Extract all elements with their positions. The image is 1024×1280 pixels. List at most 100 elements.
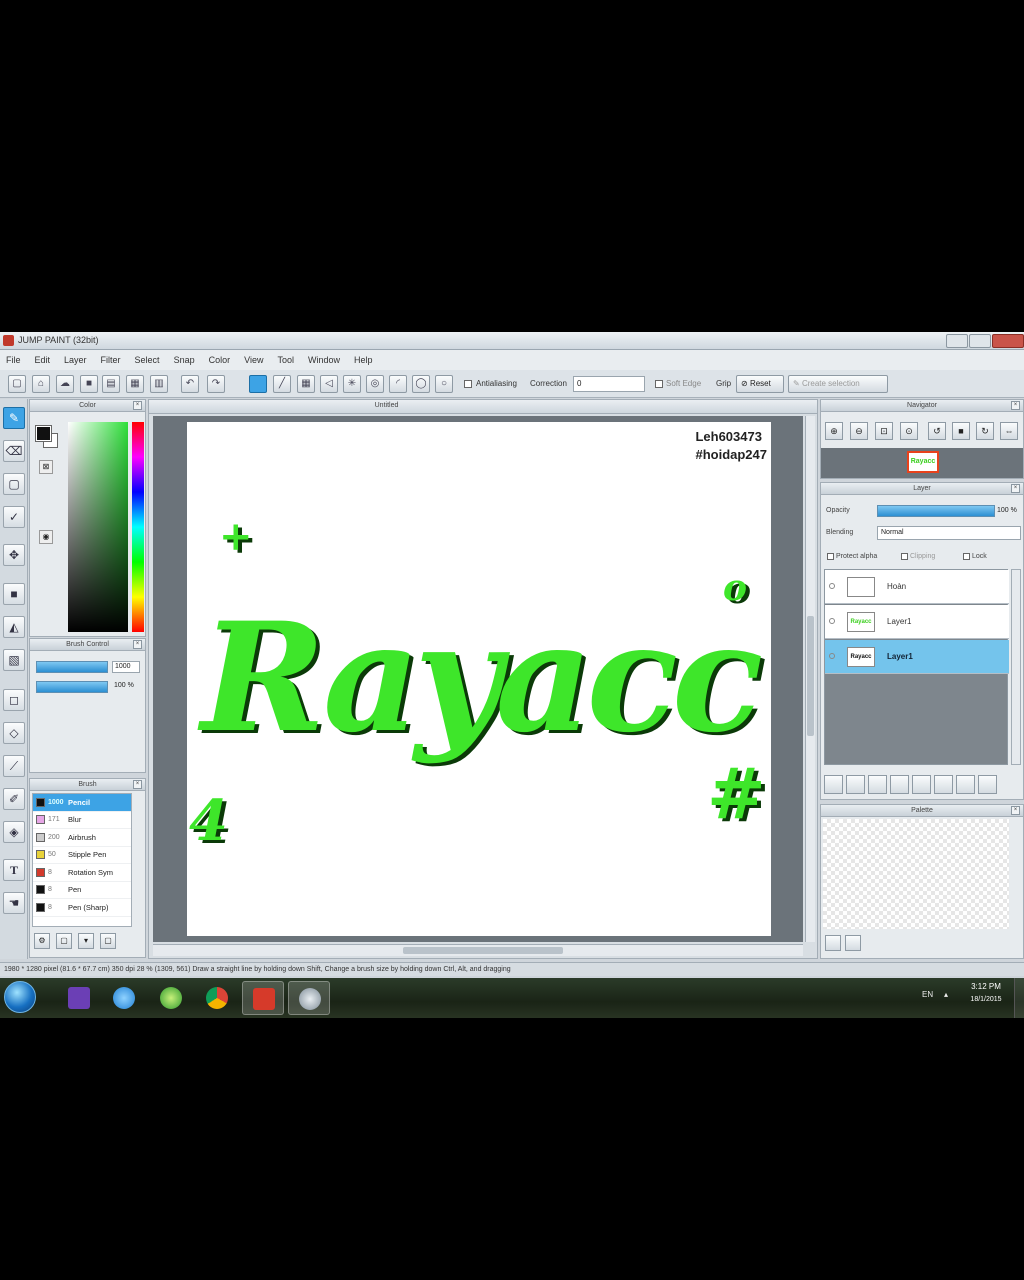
brush-tool[interactable]: ✎ bbox=[3, 407, 25, 429]
color-wheel-icon[interactable]: ◉ bbox=[39, 530, 53, 544]
cloud-button[interactable]: ☁ bbox=[56, 375, 74, 393]
vertical-scroll-thumb[interactable] bbox=[807, 616, 814, 736]
flip-button[interactable]: ⇔ bbox=[1000, 422, 1018, 440]
delete-layer-button[interactable] bbox=[978, 775, 997, 794]
ellipse-snap-button[interactable]: ◯ bbox=[412, 375, 430, 393]
check-tool[interactable]: ✓ bbox=[3, 506, 25, 528]
menu-filter[interactable]: Filter bbox=[101, 355, 121, 365]
menu-snap[interactable]: Snap bbox=[174, 355, 195, 365]
minimize-button[interactable] bbox=[946, 334, 968, 348]
layer-row[interactable]: Hoàn bbox=[825, 570, 1009, 604]
brush-menu-button[interactable]: ▾ bbox=[78, 933, 94, 949]
show-desktop-button[interactable] bbox=[1014, 978, 1024, 1018]
clock-date[interactable]: 18/1/2015 bbox=[962, 996, 1010, 1003]
document-tab[interactable]: Untitled bbox=[289, 402, 484, 409]
eraser-tool[interactable]: ⌫ bbox=[3, 440, 25, 462]
rotate-right-button[interactable]: ↻ bbox=[976, 422, 994, 440]
lasso-tool[interactable]: ◻ bbox=[3, 689, 25, 711]
zoom-out-button[interactable]: ⊖ bbox=[850, 422, 868, 440]
brush-density-slider[interactable] bbox=[36, 681, 108, 693]
zoom-in-button[interactable]: ⊕ bbox=[825, 422, 843, 440]
radial-snap-button[interactable]: ✳ bbox=[343, 375, 361, 393]
navigator-close[interactable]: × bbox=[1011, 401, 1020, 410]
redo-button[interactable]: ↷ bbox=[207, 375, 225, 393]
new-file-button[interactable]: ▢ bbox=[8, 375, 26, 393]
brush-panel-close[interactable]: × bbox=[133, 780, 142, 789]
opacity-slider[interactable] bbox=[877, 505, 995, 517]
menu-help[interactable]: Help bbox=[354, 355, 373, 365]
eyedropper-tool[interactable]: ⟋ bbox=[3, 755, 25, 777]
protect-alpha-checkbox[interactable]: Protect alpha bbox=[827, 553, 877, 560]
foreground-color-swatch[interactable] bbox=[35, 425, 52, 442]
brush-size-value[interactable]: 1000 bbox=[112, 661, 140, 673]
create-selection-button[interactable]: ✎ Create selection bbox=[788, 375, 888, 393]
selection-tool[interactable]: ▢ bbox=[3, 473, 25, 495]
menu-file[interactable]: File bbox=[6, 355, 21, 365]
transparent-color-icon[interactable]: ⊠ bbox=[39, 460, 53, 474]
brush-item[interactable]: 8 Pen (Sharp) bbox=[33, 899, 131, 917]
undo-button[interactable]: ↶ bbox=[181, 375, 199, 393]
visibility-icon[interactable] bbox=[829, 653, 835, 659]
fit-button[interactable]: ⊡ bbox=[875, 422, 893, 440]
layer-row[interactable]: Rayacc Layer1 bbox=[825, 605, 1009, 639]
duplicate-layer-button[interactable] bbox=[934, 775, 953, 794]
snap-off-button[interactable]: ○ bbox=[435, 375, 453, 393]
clock-time[interactable]: 3:12 PM bbox=[962, 982, 1010, 991]
menu-select[interactable]: Select bbox=[135, 355, 160, 365]
menu-view[interactable]: View bbox=[244, 355, 263, 365]
curve-snap-button[interactable]: ◜ bbox=[389, 375, 407, 393]
palette-close[interactable]: × bbox=[1011, 806, 1020, 815]
taskbar-coccoc[interactable] bbox=[150, 981, 192, 1015]
menu-layer[interactable]: Layer bbox=[64, 355, 87, 365]
circle-snap-button[interactable]: ◎ bbox=[366, 375, 384, 393]
menu-edit[interactable]: Edit bbox=[35, 355, 51, 365]
horizontal-scroll-thumb[interactable] bbox=[403, 947, 563, 954]
canvas-button[interactable]: ▥ bbox=[150, 375, 168, 393]
move-tool[interactable]: ✥ bbox=[3, 544, 25, 566]
layer-list-scrollbar[interactable] bbox=[1011, 569, 1021, 765]
text-tool[interactable]: T bbox=[3, 859, 25, 881]
new-layer-button[interactable] bbox=[824, 775, 843, 794]
brush-size-slider[interactable] bbox=[36, 661, 108, 673]
taskbar-internet-explorer[interactable] bbox=[103, 981, 145, 1015]
layout-button[interactable]: ▦ bbox=[126, 375, 144, 393]
gradient-tool[interactable]: ▧ bbox=[3, 649, 25, 671]
new-halftone-layer-button[interactable] bbox=[846, 775, 865, 794]
new-folder-button[interactable] bbox=[912, 775, 931, 794]
line-mode-button[interactable]: ╱ bbox=[273, 375, 291, 393]
normal-mode-button[interactable] bbox=[249, 375, 267, 393]
correction-select[interactable]: 0 bbox=[573, 376, 645, 392]
antialiasing-checkbox[interactable] bbox=[464, 380, 472, 388]
vanish-snap-button[interactable]: ◁ bbox=[320, 375, 338, 393]
brush-delete-button[interactable]: ▢ bbox=[100, 933, 116, 949]
select-eraser-tool[interactable]: ◈ bbox=[3, 821, 25, 843]
menu-color[interactable]: Color bbox=[209, 355, 231, 365]
soft-edge-checkbox[interactable] bbox=[655, 380, 663, 388]
start-button[interactable] bbox=[4, 981, 36, 1013]
close-button[interactable] bbox=[992, 334, 1024, 348]
hand-tool[interactable]: ☚ bbox=[3, 892, 25, 914]
saturation-value-picker[interactable] bbox=[68, 422, 128, 632]
drawing-canvas[interactable]: Rayacc Rayacc + + o o # # 4 4 Leh603473 #hoidap24… bbox=[187, 422, 771, 936]
clipping-checkbox[interactable]: Clipping bbox=[901, 553, 935, 560]
brush-add-button[interactable]: ▢ bbox=[56, 933, 72, 949]
navigator-preview[interactable]: Rayacc bbox=[907, 451, 939, 473]
bucket-tool[interactable]: ◭ bbox=[3, 616, 25, 638]
brush-item[interactable]: 50 Stipple Pen bbox=[33, 847, 131, 864]
tray-expand-icon[interactable]: ▴ bbox=[944, 990, 948, 999]
palette-add-button[interactable] bbox=[825, 935, 841, 951]
new-8bit-layer-button[interactable] bbox=[868, 775, 887, 794]
layer-panel-close[interactable]: × bbox=[1011, 484, 1020, 493]
vertical-scrollbar[interactable] bbox=[805, 416, 815, 942]
rotate-left-button[interactable]: ↺ bbox=[928, 422, 946, 440]
fill-shape-tool[interactable]: ■ bbox=[3, 583, 25, 605]
visibility-icon[interactable] bbox=[829, 618, 835, 624]
hue-slider[interactable] bbox=[132, 422, 144, 632]
taskbar-app[interactable] bbox=[288, 981, 330, 1015]
maximize-button[interactable] bbox=[969, 334, 991, 348]
merge-down-button[interactable] bbox=[956, 775, 975, 794]
color-panel-close[interactable]: × bbox=[133, 401, 142, 410]
brush-settings-button[interactable]: ⚙ bbox=[34, 933, 50, 949]
grid-snap-button[interactable]: ▦ bbox=[297, 375, 315, 393]
taskbar-chrome[interactable] bbox=[196, 981, 238, 1015]
